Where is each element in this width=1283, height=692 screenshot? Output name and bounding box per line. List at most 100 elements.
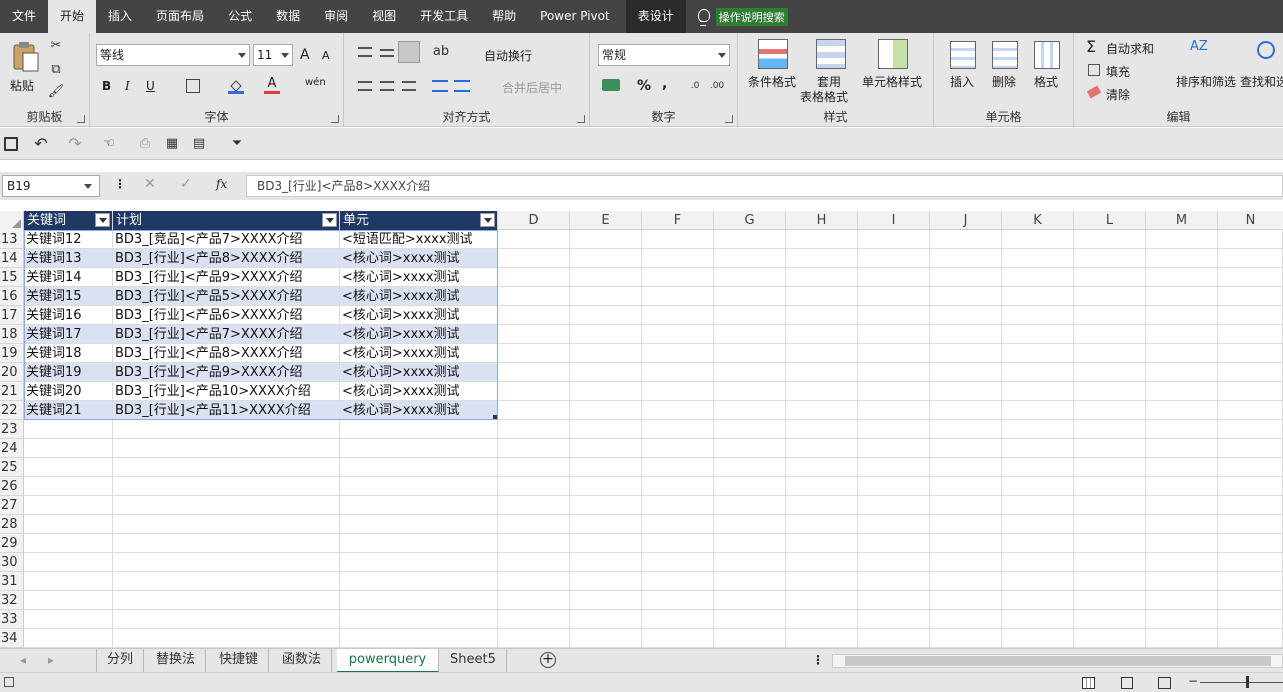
cell[interactable] (498, 629, 570, 648)
cell[interactable]: BD3_[行业]<产品6>XXXX介绍 (113, 306, 340, 325)
tab-split-handle-icon[interactable]: ⋮ (812, 653, 824, 667)
row-header[interactable]: 32 (0, 591, 24, 610)
cell[interactable]: <核心词>xxxx测试 (340, 382, 498, 401)
cell[interactable] (930, 420, 1002, 439)
cell[interactable] (1146, 629, 1218, 648)
row-header[interactable]: 29 (0, 534, 24, 553)
cell[interactable] (714, 572, 786, 591)
cell[interactable] (930, 553, 1002, 572)
column-header-m[interactable]: M (1146, 211, 1218, 230)
cell[interactable] (1002, 553, 1074, 572)
row-header[interactable]: 34 (0, 629, 24, 648)
cell[interactable] (1146, 553, 1218, 572)
column-header-d[interactable]: D (498, 211, 570, 230)
cell[interactable] (714, 420, 786, 439)
cell[interactable] (340, 553, 498, 572)
cell[interactable]: BD3_[行业]<产品8>XXXX介绍 (113, 249, 340, 268)
cell[interactable] (642, 306, 714, 325)
cell[interactable] (786, 515, 858, 534)
sheet-tab-powerquery[interactable]: powerquery (337, 649, 439, 673)
cell[interactable] (714, 325, 786, 344)
delete-cells-icon[interactable] (992, 41, 1018, 69)
cancel-icon[interactable]: ✕ (144, 176, 156, 192)
cell[interactable]: BD3_[行业]<产品5>XXXX介绍 (113, 287, 340, 306)
cell[interactable] (1218, 534, 1283, 553)
cell[interactable] (498, 325, 570, 344)
prev-sheet-icon[interactable]: ◂ (20, 653, 26, 667)
redo-icon[interactable]: ↷ (66, 135, 84, 153)
tab-formulas[interactable]: 公式 (216, 0, 264, 33)
row-header[interactable]: 33 (0, 610, 24, 629)
cell[interactable] (1146, 610, 1218, 629)
percent-button[interactable]: % (637, 78, 651, 94)
cell[interactable] (1218, 382, 1283, 401)
cell[interactable] (930, 306, 1002, 325)
cell[interactable] (570, 572, 642, 591)
cell[interactable] (1218, 477, 1283, 496)
cell[interactable] (1146, 382, 1218, 401)
cell[interactable] (113, 515, 340, 534)
cell[interactable]: BD3_[竞品]<产品7>XXXX介绍 (113, 230, 340, 249)
cell[interactable] (714, 363, 786, 382)
tab-page-layout[interactable]: 页面布局 (144, 0, 216, 33)
cell[interactable] (1074, 363, 1146, 382)
font-launcher-icon[interactable] (331, 115, 339, 123)
cell[interactable] (714, 591, 786, 610)
cell[interactable] (1002, 306, 1074, 325)
insert-function-button[interactable]: fx (216, 177, 227, 191)
cell[interactable] (714, 249, 786, 268)
cell[interactable]: 关键词21 (24, 401, 113, 420)
cell[interactable] (1218, 287, 1283, 306)
column-header-n[interactable]: N (1218, 211, 1283, 230)
merge-center-button[interactable]: 合并后居中 (502, 79, 562, 96)
scrollbar-thumb[interactable] (845, 656, 1271, 666)
cell[interactable] (786, 344, 858, 363)
cell[interactable] (1074, 458, 1146, 477)
cell[interactable] (1002, 401, 1074, 420)
cell[interactable] (1146, 287, 1218, 306)
undo-icon[interactable]: ↶ (32, 135, 50, 153)
sheet-tab-shortcuts[interactable]: 快捷键 (209, 649, 270, 673)
cell[interactable] (1218, 629, 1283, 648)
cell[interactable] (930, 363, 1002, 382)
cell[interactable]: BD3_[行业]<产品9>XXXX介绍 (113, 363, 340, 382)
format-painter-icon[interactable]: 🖌 (47, 83, 65, 101)
cell[interactable] (24, 420, 113, 439)
format-cells-button[interactable]: 格式 (1034, 73, 1058, 90)
cell[interactable] (1146, 572, 1218, 591)
cell[interactable] (340, 572, 498, 591)
cell[interactable] (1074, 382, 1146, 401)
cell[interactable] (642, 610, 714, 629)
cell[interactable] (714, 477, 786, 496)
cell[interactable] (498, 553, 570, 572)
cell[interactable] (1074, 496, 1146, 515)
alignment-launcher-icon[interactable] (577, 115, 585, 123)
save-icon[interactable] (4, 137, 18, 151)
increase-decimal-icon[interactable]: .0 (686, 77, 704, 95)
cell[interactable] (642, 249, 714, 268)
cell[interactable] (714, 515, 786, 534)
cell[interactable] (570, 458, 642, 477)
cell[interactable] (340, 439, 498, 458)
clear-button[interactable]: 清除 (1106, 86, 1130, 103)
cell[interactable] (786, 496, 858, 515)
cell[interactable] (340, 458, 498, 477)
cell[interactable] (1218, 344, 1283, 363)
align-right-icon[interactable] (402, 81, 416, 91)
cell[interactable] (1074, 534, 1146, 553)
delete-cells-button[interactable]: 删除 (992, 73, 1016, 90)
cell[interactable] (930, 401, 1002, 420)
cell[interactable] (24, 477, 113, 496)
cell[interactable]: <核心词>xxxx测试 (340, 249, 498, 268)
worksheet-grid[interactable]: 关键词 计划 单元 D E F G H I J K L M N 13 14 15 16… (0, 211, 1283, 648)
cell[interactable] (1002, 344, 1074, 363)
cell[interactable] (1146, 420, 1218, 439)
cell[interactable] (340, 610, 498, 629)
cell[interactable] (642, 629, 714, 648)
cell[interactable] (786, 629, 858, 648)
cell[interactable] (858, 363, 930, 382)
cell[interactable] (24, 610, 113, 629)
cell[interactable] (570, 515, 642, 534)
cell[interactable] (1074, 515, 1146, 534)
filter-dropdown-icon[interactable] (480, 213, 495, 227)
